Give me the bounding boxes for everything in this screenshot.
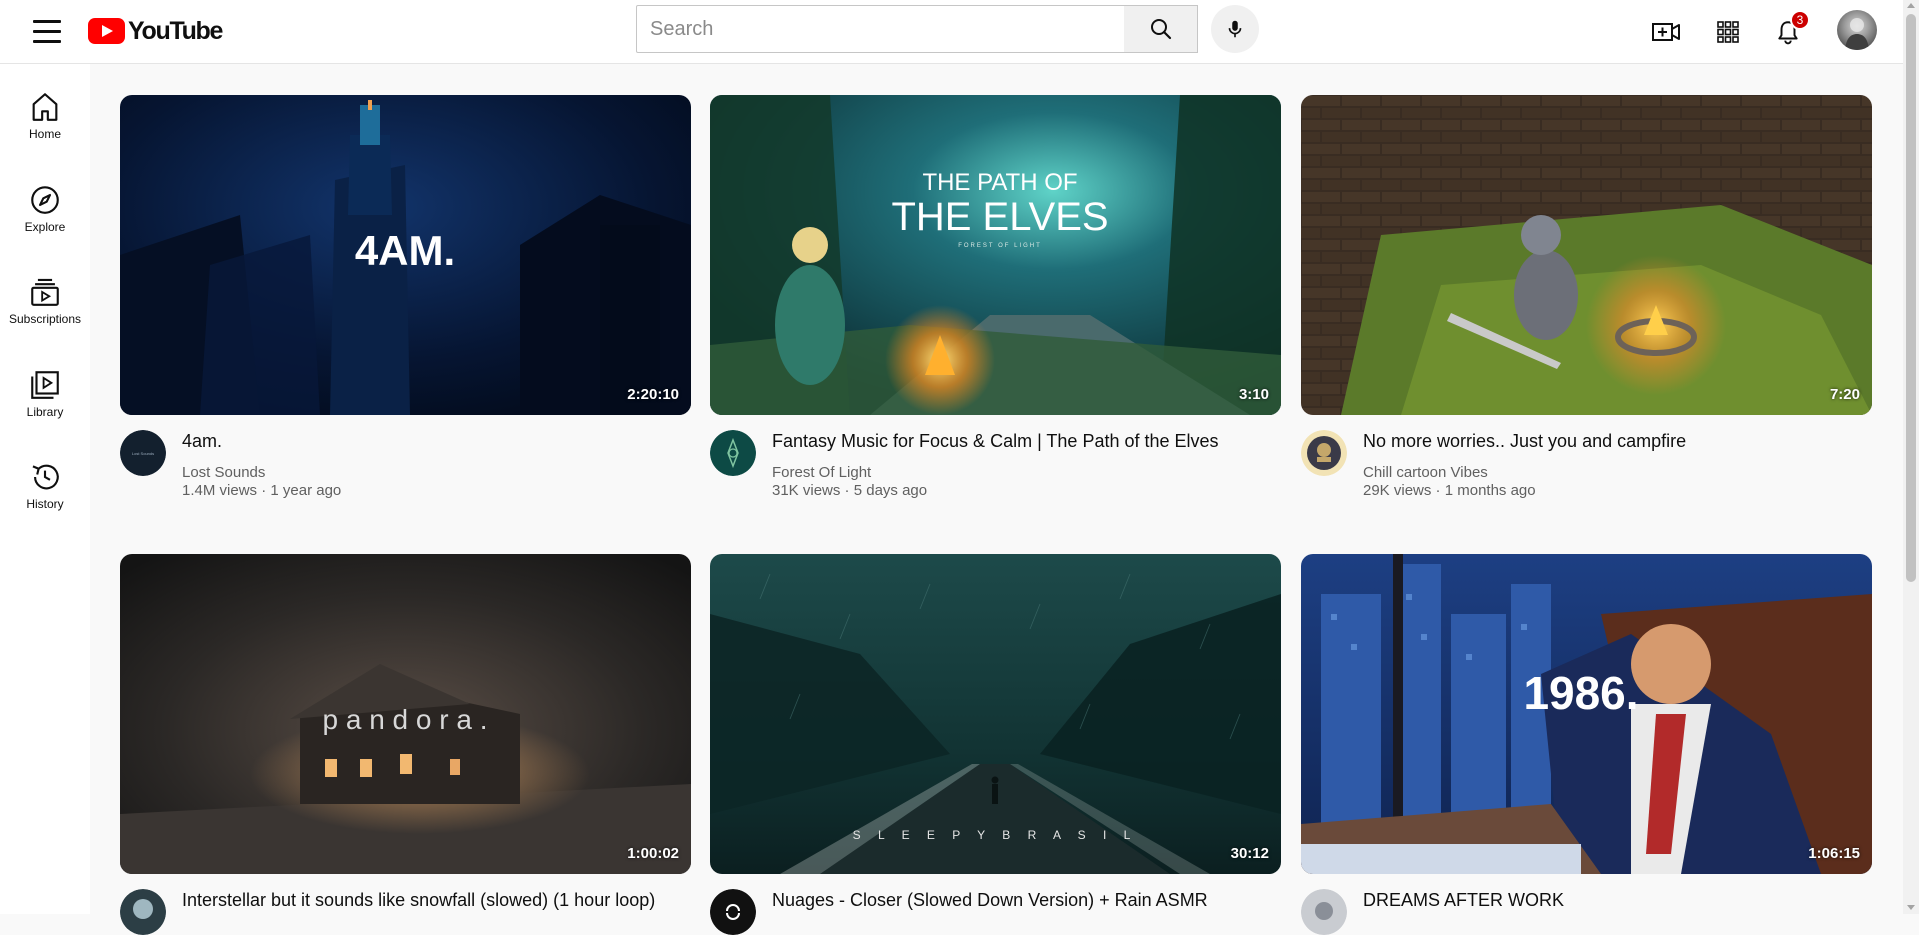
avatar-image	[1845, 18, 1869, 50]
youtube-logo[interactable]: YouTube	[88, 16, 223, 46]
video-title[interactable]: Fantasy Music for Focus & Calm | The Pat…	[772, 430, 1272, 452]
channel-avatar[interactable]	[710, 430, 756, 476]
notifications-button[interactable]: 3	[1770, 10, 1810, 50]
thumbnail-title-text: p a n d o r a .	[323, 704, 488, 735]
voice-search-button[interactable]	[1211, 5, 1259, 53]
view-count: 29K views	[1363, 482, 1432, 499]
thumbnail-title-text: 1986.	[1523, 667, 1638, 719]
sidebar-item-label: Explore	[24, 220, 66, 234]
channel-avatar[interactable]: Lost Sounds	[120, 430, 166, 476]
video-meta: 31K views · 5 days ago	[772, 482, 928, 499]
channel-name[interactable]: Chill cartoon Vibes	[1363, 463, 1488, 482]
subscriptions-icon	[31, 278, 59, 306]
video-duration: 1:06:15	[1808, 845, 1860, 862]
sidebar: Home Explore Subscriptions Library Histo…	[0, 64, 90, 914]
apps-grid-icon	[1717, 21, 1739, 43]
account-avatar[interactable]	[1837, 10, 1877, 50]
video-meta: 29K views · 1 months ago	[1363, 482, 1536, 499]
upload-age: 1 months ago	[1444, 482, 1536, 499]
thumbnail-title-line1: THE PATH OF	[922, 169, 1077, 196]
channel-avatar[interactable]	[1301, 430, 1347, 476]
channel-avatar[interactable]	[120, 889, 166, 935]
menu-button[interactable]	[26, 14, 62, 50]
view-count: 31K views	[772, 482, 841, 499]
thumbnail-title-text: S L E E P Y B R A S I L	[853, 828, 1138, 842]
sidebar-item-label: Home	[28, 127, 61, 141]
compass-icon	[31, 186, 59, 214]
video-thumbnail[interactable]: p a n d o r a . 1:00:02	[120, 554, 691, 874]
channel-name[interactable]: Lost Sounds	[182, 463, 265, 482]
video-duration: 2:20:10	[627, 386, 679, 403]
scroll-down-arrow-icon[interactable]	[1907, 905, 1915, 910]
hamburger-icon	[33, 20, 61, 23]
microphone-icon	[1228, 20, 1242, 38]
video-duration: 3:10	[1238, 386, 1269, 403]
logo-text: YouTube	[128, 16, 223, 45]
youtube-play-icon	[88, 18, 125, 44]
apps-button[interactable]	[1710, 14, 1746, 50]
video-duration: 30:12	[1230, 845, 1269, 862]
sidebar-item-label: History	[26, 497, 64, 511]
thumbnail-image-city-night: 4AM.	[120, 95, 691, 415]
video-title[interactable]: DREAMS AFTER WORK	[1363, 889, 1863, 911]
video-duration: 7:20	[1829, 386, 1860, 403]
video-thumbnail[interactable]: S L E E P Y B R A S I L 30:12	[710, 554, 1281, 874]
home-icon	[32, 93, 58, 121]
sidebar-item-label: Library	[26, 405, 64, 419]
upload-age: 1 year ago	[270, 482, 342, 499]
thumbnail-image-pixel-man-sleeping: 1986.	[1301, 554, 1872, 874]
sidebar-item-label: Subscriptions	[8, 312, 82, 326]
channel-name[interactable]: Forest Of Light	[772, 463, 871, 482]
video-meta: 1.4M views · 1 year ago	[182, 482, 342, 499]
video-title[interactable]: Interstellar but it sounds like snowfall…	[182, 889, 682, 911]
library-icon	[31, 371, 59, 399]
search-button[interactable]	[1124, 5, 1198, 53]
scroll-up-arrow-icon[interactable]	[1907, 3, 1915, 8]
video-title[interactable]: No more worries.. Just you and campfire	[1363, 430, 1863, 452]
thumbnail-image-rainy-road: S L E E P Y B R A S I L	[710, 554, 1281, 874]
svg-text:Lost Sounds: Lost Sounds	[132, 451, 154, 456]
search-input[interactable]	[636, 5, 1125, 53]
sidebar-item-explore[interactable]: Explore	[0, 177, 90, 251]
video-title[interactable]: Nuages - Closer (Slowed Down Version) + …	[772, 889, 1272, 911]
history-icon	[32, 464, 59, 490]
video-thumbnail[interactable]: THE PATH OF THE ELVES FOREST OF LIGHT 3:…	[710, 95, 1281, 415]
video-thumbnail[interactable]: 7:20	[1301, 95, 1872, 415]
channel-avatar[interactable]	[710, 889, 756, 935]
sidebar-item-home[interactable]: Home	[0, 84, 90, 158]
thumbnail-image-knight-campfire	[1301, 95, 1872, 415]
channel-avatar[interactable]	[1301, 889, 1347, 935]
top-bar: YouTube Search 3	[0, 0, 1903, 64]
search-icon	[1150, 19, 1171, 40]
video-title[interactable]: 4am.	[182, 430, 682, 452]
scrollbar-thumb[interactable]	[1906, 14, 1916, 582]
sidebar-item-library[interactable]: Library	[0, 362, 90, 436]
view-count: 1.4M views	[182, 482, 258, 499]
upload-age: 5 days ago	[853, 482, 928, 499]
video-thumbnail[interactable]: 4AM. 2:20:10	[120, 95, 691, 415]
video-duration: 1:00:02	[627, 845, 679, 862]
sidebar-item-subscriptions[interactable]: Subscriptions	[0, 269, 90, 343]
video-thumbnail[interactable]: 1986. 1:06:15	[1301, 554, 1872, 874]
create-button[interactable]	[1648, 14, 1684, 50]
thumbnail-subtitle: FOREST OF LIGHT	[958, 243, 1042, 249]
thumbnail-image-elf-campfire: THE PATH OF THE ELVES FOREST OF LIGHT	[710, 95, 1281, 415]
thumbnail-title-line2: THE ELVES	[891, 195, 1108, 239]
notification-badge: 3	[1790, 10, 1810, 30]
thumbnail-image-snowy-house: p a n d o r a .	[120, 554, 691, 874]
sidebar-item-history[interactable]: History	[0, 454, 90, 528]
create-video-icon	[1652, 23, 1680, 41]
thumbnail-title-text: 4AM.	[355, 227, 455, 274]
